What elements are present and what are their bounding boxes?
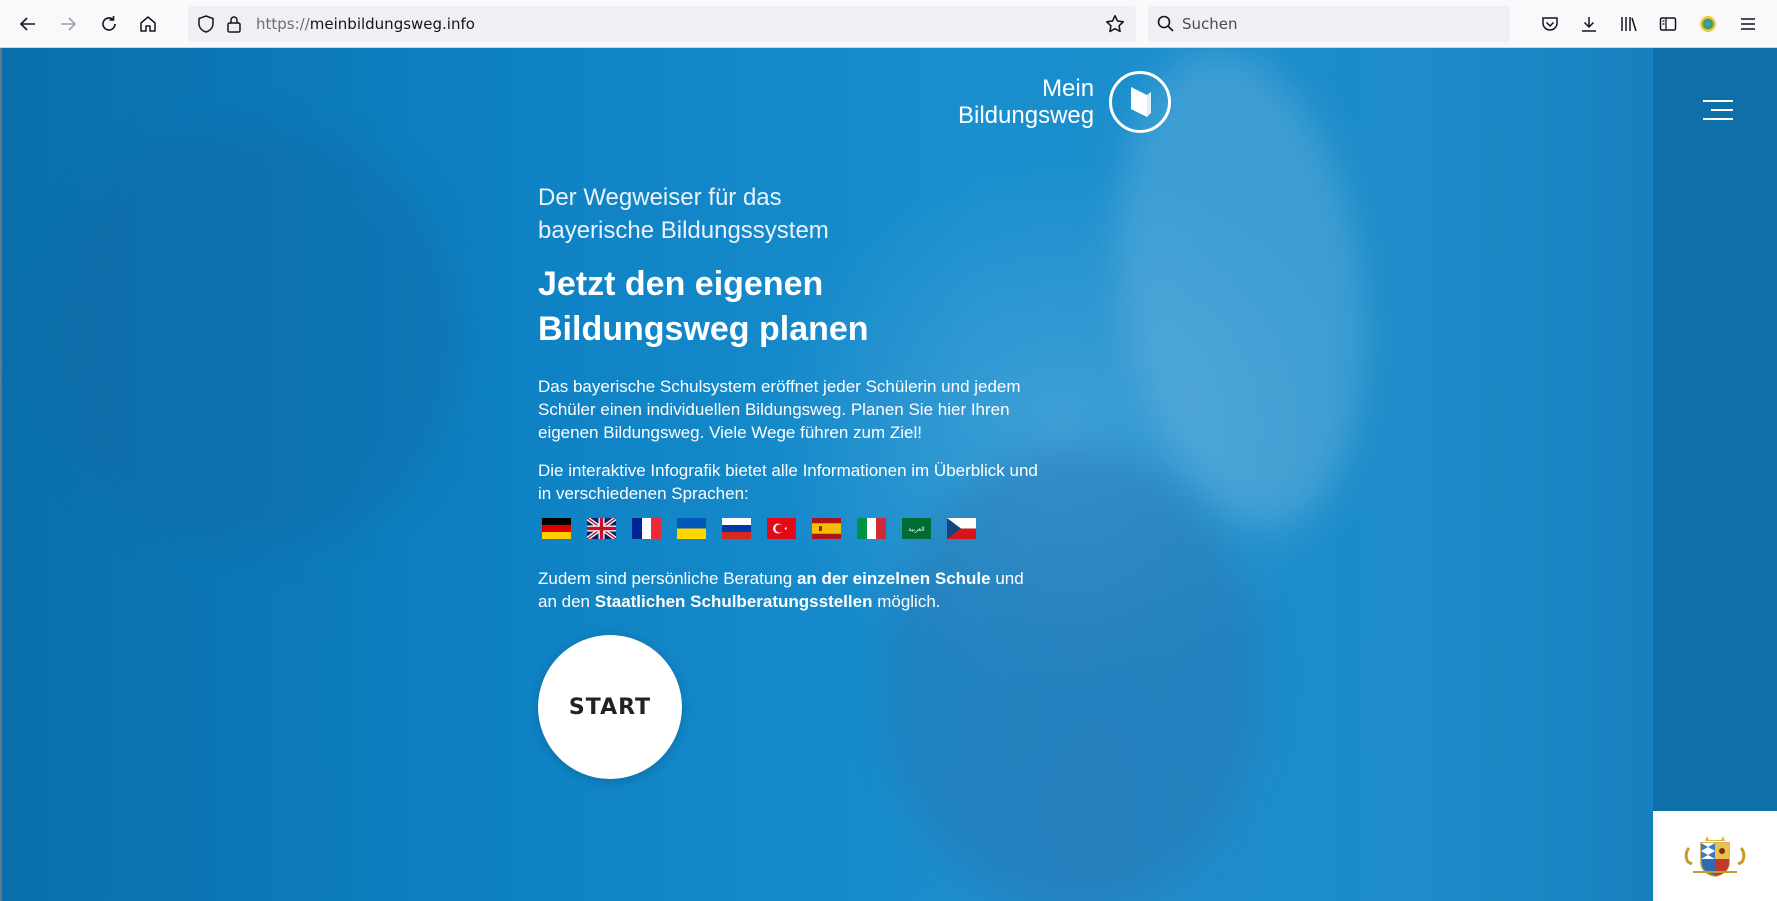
home-icon: [140, 16, 156, 32]
intro-text: Das bayerische Schulsystem eröffnet jede…: [538, 377, 1021, 442]
czech-flag-icon[interactable]: [947, 518, 976, 539]
hero-headline-line-2: Bildungsweg planen: [538, 310, 869, 348]
address-bar[interactable]: https://meinbildungsweg.info: [188, 6, 1136, 42]
downloads-button[interactable]: [1577, 12, 1601, 36]
arrow-left-icon: [19, 17, 35, 31]
url-host: meinbildungsweg.info: [309, 15, 475, 33]
logo-line-1: Mein: [1042, 75, 1095, 102]
russia-flag-icon[interactable]: [722, 518, 751, 539]
app-menu-button[interactable]: [1736, 12, 1760, 36]
hero-headline-line-1: Jetzt den eigenen: [538, 265, 824, 303]
forward-button[interactable]: [52, 8, 84, 40]
germany-flag-icon[interactable]: [542, 518, 571, 539]
turkey-flag-icon[interactable]: [767, 518, 796, 539]
counseling-centers-link: Staatlichen Schulberatungsstellen: [594, 592, 873, 611]
sidebar-icon: [1659, 17, 1677, 31]
uk-flag-icon[interactable]: [587, 518, 616, 539]
ukraine-flag-icon[interactable]: [677, 518, 706, 539]
spain-flag-icon[interactable]: [812, 518, 841, 539]
background-photo-left: [42, 128, 462, 548]
extension-globe-icon: [1700, 16, 1716, 32]
reload-icon: [102, 16, 116, 31]
lock-icon[interactable]: [224, 14, 244, 34]
back-button[interactable]: [12, 8, 44, 40]
reload-button[interactable]: [93, 8, 125, 40]
start-button[interactable]: START: [538, 635, 682, 779]
site-logo[interactable]: Mein Bildungsweg: [958, 70, 1172, 134]
arabic-flag-icon[interactable]: العربية: [902, 518, 931, 539]
advice-text-pre: Zudem sind persönliche Beratung: [538, 569, 797, 588]
bavaria-crest[interactable]: [1653, 811, 1777, 901]
bookmark-star-icon[interactable]: [1104, 13, 1126, 35]
extension-button[interactable]: [1696, 12, 1720, 36]
hamburger-menu-icon[interactable]: [1701, 94, 1733, 126]
search-icon: [1157, 15, 1174, 32]
search-bar[interactable]: [1148, 6, 1510, 42]
arrow-right-icon: [61, 17, 77, 31]
library-button[interactable]: [1617, 12, 1641, 36]
hero-section: Mein Bildungsweg Der Wegweiser für das b…: [2, 48, 1777, 901]
library-icon: [1621, 17, 1637, 32]
infographic-text: Die interaktive Infografik bietet alle I…: [538, 461, 1038, 503]
logo-line-2: Bildungsweg: [958, 102, 1095, 129]
hero-subtitle-line-1: Der Wegweiser für das: [538, 184, 782, 211]
url-text[interactable]: https://meinbildungsweg.info: [256, 15, 475, 33]
svg-text:العربية: العربية: [908, 526, 925, 533]
menu-icon: [1741, 18, 1755, 30]
school-advice-link: an der einzelnen Schule: [796, 569, 991, 588]
hero-content: Der Wegweiser für das bayerische Bildung…: [538, 181, 1038, 613]
france-flag-icon[interactable]: [632, 518, 661, 539]
shield-icon[interactable]: [196, 14, 216, 34]
book-logo-icon: [1109, 71, 1172, 133]
search-input[interactable]: [1182, 11, 1492, 37]
download-icon: [1582, 17, 1596, 32]
sidebar-button[interactable]: [1656, 12, 1680, 36]
italy-flag-icon[interactable]: [857, 518, 886, 539]
home-button[interactable]: [132, 8, 164, 40]
url-protocol: https://: [256, 15, 310, 33]
language-flags: العربية: [542, 518, 1038, 539]
advice-text: Zudem sind persönliche Beratung an der e…: [538, 567, 1038, 613]
hero-headline: Jetzt den eigenen Bildungsweg planen: [538, 262, 1038, 352]
hero-subtitle-line-2: bayerische Bildungssystem: [538, 217, 829, 244]
hero-subtitle: Der Wegweiser für das bayerische Bildung…: [538, 181, 1038, 247]
side-panel: [1653, 48, 1777, 901]
pocket-icon: [1542, 17, 1558, 31]
advice-text-post: möglich.: [872, 592, 941, 611]
browser-toolbar: https://meinbildungsweg.info: [0, 0, 1777, 48]
bavaria-coat-of-arms-icon: [1684, 836, 1746, 877]
pocket-button[interactable]: [1538, 12, 1562, 36]
